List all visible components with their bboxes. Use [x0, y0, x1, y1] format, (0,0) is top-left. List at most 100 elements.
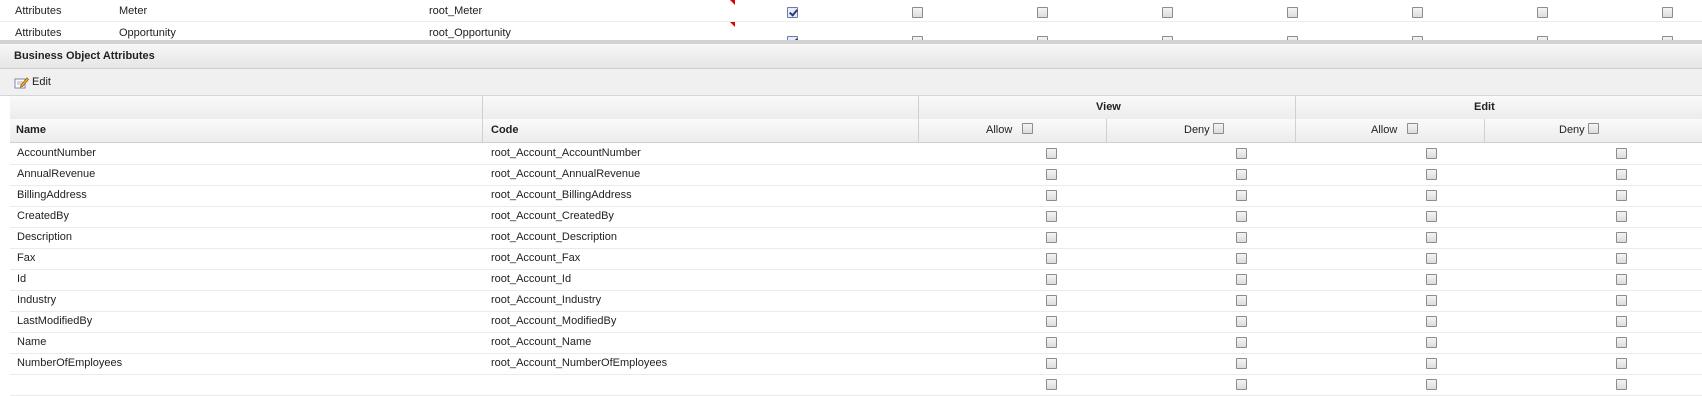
row-code: root_Account_BillingAddress	[491, 189, 632, 201]
column-header-name[interactable]: Name	[10, 119, 482, 142]
edit-button[interactable]: Edit	[14, 74, 51, 90]
edit-deny-checkbox[interactable]	[1616, 316, 1627, 327]
row-name: Id	[17, 273, 27, 285]
edit-allow-checkbox[interactable]	[1426, 316, 1437, 327]
view-allow-checkbox[interactable]	[1046, 337, 1057, 348]
table-row[interactable]	[10, 374, 1702, 396]
select-all-edit-allow-checkbox[interactable]	[1407, 123, 1418, 134]
edit-deny-checkbox[interactable]	[1616, 211, 1627, 222]
edit-allow-checkbox[interactable]	[1426, 232, 1437, 243]
edit-deny-checkbox[interactable]	[1616, 358, 1627, 369]
top-checkbox[interactable]	[1662, 7, 1673, 18]
view-deny-checkbox[interactable]	[1236, 190, 1247, 201]
view-allow-checkbox[interactable]	[1046, 190, 1057, 201]
top-checkbox[interactable]	[787, 7, 798, 18]
edit-deny-checkbox[interactable]	[1616, 295, 1627, 306]
edit-allow-checkbox[interactable]	[1426, 211, 1437, 222]
panel-title-bar: Business Object Attributes	[0, 44, 1702, 69]
top-checkbox[interactable]	[1037, 7, 1048, 18]
edit-deny-checkbox[interactable]	[1616, 274, 1627, 285]
view-allow-checkbox[interactable]	[1046, 295, 1057, 306]
table-row[interactable]: Id root_Account_Id	[10, 269, 1702, 291]
group-view-label: View	[1096, 101, 1121, 113]
view-allow-checkbox[interactable]	[1046, 379, 1057, 390]
group-edit-label: Edit	[1474, 101, 1495, 113]
top-row-type: Attributes	[15, 5, 62, 17]
top-checkbox[interactable]	[1287, 7, 1298, 18]
table-row[interactable]: AccountNumber root_Account_AccountNumber	[10, 143, 1702, 165]
top-row[interactable]: Attributes Meter root_Meter	[0, 0, 1702, 22]
row-code: root_Account_Name	[491, 336, 592, 348]
view-allow-checkbox[interactable]	[1046, 169, 1057, 180]
view-allow-checkbox[interactable]	[1046, 148, 1057, 159]
edit-deny-checkbox[interactable]	[1616, 169, 1627, 180]
view-allow-checkbox[interactable]	[1046, 211, 1057, 222]
top-row-code: root_Meter	[429, 5, 483, 17]
view-deny-checkbox[interactable]	[1236, 379, 1247, 390]
select-all-edit-deny-checkbox[interactable]	[1588, 123, 1599, 134]
row-code: root_Account_AnnualRevenue	[491, 168, 641, 180]
row-code: root_Account_NumberOfEmployees	[491, 357, 668, 369]
row-name: Industry	[17, 294, 57, 306]
view-deny-checkbox[interactable]	[1236, 211, 1247, 222]
top-checkbox[interactable]	[1162, 7, 1173, 18]
top-row-name: Meter	[119, 5, 148, 17]
view-allow-checkbox[interactable]	[1046, 253, 1057, 264]
column-name-label: Name	[16, 124, 46, 136]
table-row[interactable]: AnnualRevenue root_Account_AnnualRevenue	[10, 164, 1702, 186]
row-code: root_Account_AccountNumber	[491, 147, 641, 159]
edit-deny-checkbox[interactable]	[1616, 379, 1627, 390]
edit-deny-checkbox[interactable]	[1616, 190, 1627, 201]
view-deny-checkbox[interactable]	[1236, 253, 1247, 264]
column-header-edit-deny: Deny	[1484, 119, 1702, 142]
top-row[interactable]: Attributes Opportunity root_Opportunity	[0, 22, 1702, 42]
edit-allow-checkbox[interactable]	[1426, 274, 1437, 285]
edit-allow-checkbox[interactable]	[1426, 169, 1437, 180]
view-deny-checkbox[interactable]	[1236, 337, 1247, 348]
column-view-allow-label: Allow	[986, 124, 1013, 136]
column-header-code[interactable]: Code	[482, 119, 918, 142]
table-row[interactable]: Industry root_Account_Industry	[10, 290, 1702, 312]
table-row[interactable]: LastModifiedBy root_Account_ModifiedBy	[10, 311, 1702, 333]
table-row[interactable]: BillingAddress root_Account_BillingAddre…	[10, 185, 1702, 207]
view-deny-checkbox[interactable]	[1236, 316, 1247, 327]
top-checkbox[interactable]	[912, 7, 923, 18]
table-row[interactable]: NumberOfEmployees root_Account_NumberOfE…	[10, 353, 1702, 375]
edit-allow-checkbox[interactable]	[1426, 295, 1437, 306]
select-all-view-allow-checkbox[interactable]	[1022, 123, 1033, 134]
top-checkbox[interactable]	[1537, 7, 1548, 18]
view-allow-checkbox[interactable]	[1046, 316, 1057, 327]
select-all-view-deny-checkbox[interactable]	[1213, 123, 1224, 134]
view-allow-checkbox[interactable]	[1046, 232, 1057, 243]
table-row[interactable]: Description root_Account_Description	[10, 227, 1702, 249]
column-header-view-allow: Allow	[918, 119, 1106, 142]
edit-allow-checkbox[interactable]	[1426, 337, 1437, 348]
edit-allow-checkbox[interactable]	[1426, 148, 1437, 159]
top-checkbox[interactable]	[1412, 7, 1423, 18]
view-deny-checkbox[interactable]	[1236, 295, 1247, 306]
edit-allow-checkbox[interactable]	[1426, 358, 1437, 369]
view-allow-checkbox[interactable]	[1046, 274, 1057, 285]
edit-deny-checkbox[interactable]	[1616, 253, 1627, 264]
table-row[interactable]: CreatedBy root_Account_CreatedBy	[10, 206, 1702, 228]
table-row[interactable]: Fax root_Account_Fax	[10, 248, 1702, 270]
edit-deny-checkbox[interactable]	[1616, 232, 1627, 243]
edit-allow-checkbox[interactable]	[1426, 379, 1437, 390]
view-deny-checkbox[interactable]	[1236, 169, 1247, 180]
row-name: Description	[17, 231, 73, 243]
view-deny-checkbox[interactable]	[1236, 148, 1247, 159]
row-code: root_Account_CreatedBy	[491, 210, 614, 222]
edit-deny-checkbox[interactable]	[1616, 337, 1627, 348]
view-deny-checkbox[interactable]	[1236, 274, 1247, 285]
edit-allow-checkbox[interactable]	[1426, 190, 1437, 201]
row-name: CreatedBy	[17, 210, 69, 222]
group-header-edit: Edit	[1295, 96, 1702, 119]
table-row[interactable]: Name root_Account_Name	[10, 332, 1702, 354]
view-deny-checkbox[interactable]	[1236, 232, 1247, 243]
row-name: AccountNumber	[17, 147, 96, 159]
edit-deny-checkbox[interactable]	[1616, 148, 1627, 159]
view-deny-checkbox[interactable]	[1236, 358, 1247, 369]
edit-allow-checkbox[interactable]	[1426, 253, 1437, 264]
view-allow-checkbox[interactable]	[1046, 358, 1057, 369]
